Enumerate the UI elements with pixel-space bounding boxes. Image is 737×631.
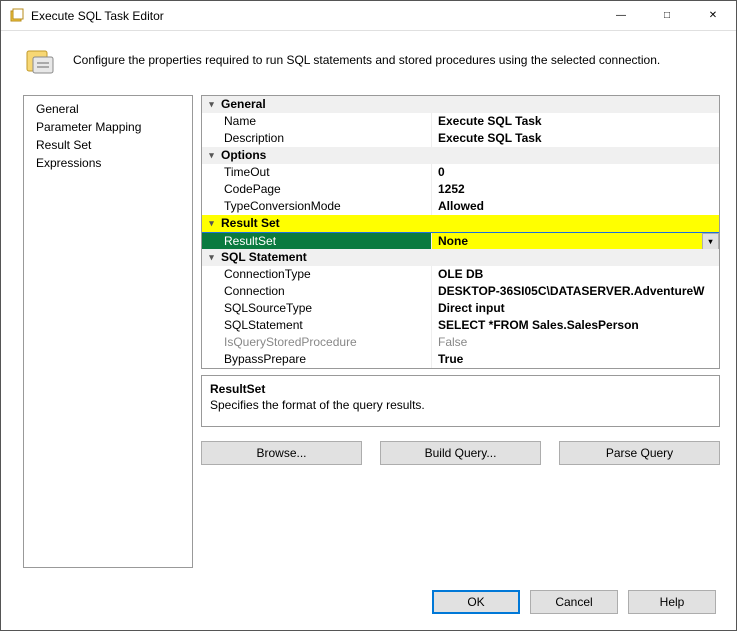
expand-icon[interactable]: ▾ (206, 150, 217, 161)
nav-item-result-set[interactable]: Result Set (24, 136, 192, 154)
task-icon (25, 45, 57, 77)
property-category[interactable]: ▾ Result Set (202, 215, 719, 232)
category-label: SQL Statement (221, 249, 307, 266)
property-category[interactable]: ▾ General (202, 96, 719, 113)
property-value[interactable]: 1252 (432, 181, 719, 198)
property-row[interactable]: SQLStatementSELECT *FROM Sales.SalesPers… (202, 317, 719, 334)
property-name: IsQueryStoredProcedure (202, 334, 432, 351)
property-value[interactable]: SELECT *FROM Sales.SalesPerson (432, 317, 719, 334)
property-name: ConnectionType (202, 266, 432, 283)
property-value[interactable]: None▾ (432, 233, 719, 249)
expand-icon[interactable]: ▾ (206, 99, 217, 110)
dialog-window: Execute SQL Task Editor — □ ✕ Configure … (0, 0, 737, 631)
help-title: ResultSet (210, 382, 711, 396)
parse-query-button[interactable]: Parse Query (559, 441, 720, 465)
description-text: Configure the properties required to run… (73, 53, 660, 69)
browse-button[interactable]: Browse... (201, 441, 362, 465)
property-value[interactable]: Execute SQL Task (432, 130, 719, 147)
property-row[interactable]: BypassPrepareTrue (202, 351, 719, 368)
window-controls: — □ ✕ (598, 1, 736, 30)
app-icon (9, 8, 25, 24)
header-description: Configure the properties required to run… (1, 31, 736, 95)
close-button[interactable]: ✕ (690, 1, 736, 30)
property-value[interactable]: False (432, 334, 719, 351)
dialog-body: General Parameter Mapping Result Set Exp… (1, 95, 736, 578)
nav-item-general[interactable]: General (24, 100, 192, 118)
maximize-button[interactable]: □ (644, 1, 690, 30)
action-buttons: Browse... Build Query... Parse Query (201, 433, 720, 467)
property-row[interactable]: NameExecute SQL Task (202, 113, 719, 130)
category-label: General (221, 96, 266, 113)
property-row[interactable]: SQLSourceTypeDirect input (202, 300, 719, 317)
build-query-button[interactable]: Build Query... (380, 441, 541, 465)
property-row[interactable]: CodePage1252 (202, 181, 719, 198)
property-name: SQLStatement (202, 317, 432, 334)
help-text: Specifies the format of the query result… (210, 398, 711, 412)
property-value[interactable]: DESKTOP-36SI05C\DATASERVER.AdventureW (432, 283, 719, 300)
ok-button[interactable]: OK (432, 590, 520, 614)
property-name: SQLSourceType (202, 300, 432, 317)
property-name: ResultSet (202, 233, 432, 249)
property-name: Connection (202, 283, 432, 300)
property-name: Name (202, 113, 432, 130)
property-row[interactable]: ConnectionDESKTOP-36SI05C\DATASERVER.Adv… (202, 283, 719, 300)
property-row[interactable]: ConnectionTypeOLE DB (202, 266, 719, 283)
property-name: Description (202, 130, 432, 147)
titlebar: Execute SQL Task Editor — □ ✕ (1, 1, 736, 31)
property-grid: ▾ GeneralNameExecute SQL TaskDescriptionE… (201, 95, 720, 369)
property-row[interactable]: TypeConversionModeAllowed (202, 198, 719, 215)
nav-panel: General Parameter Mapping Result Set Exp… (23, 95, 193, 568)
property-row[interactable]: DescriptionExecute SQL Task (202, 130, 719, 147)
property-name: BypassPrepare (202, 351, 432, 368)
property-value[interactable]: Execute SQL Task (432, 113, 719, 130)
property-value[interactable]: OLE DB (432, 266, 719, 283)
category-label: Options (221, 147, 266, 164)
help-pane: ResultSet Specifies the format of the qu… (201, 375, 720, 427)
help-button[interactable]: Help (628, 590, 716, 614)
expand-icon[interactable]: ▾ (206, 252, 217, 263)
content-panel: ▾ GeneralNameExecute SQL TaskDescriptionE… (201, 95, 720, 568)
property-name: TypeConversionMode (202, 198, 432, 215)
property-value[interactable]: Direct input (432, 300, 719, 317)
expand-icon[interactable]: ▾ (206, 218, 217, 229)
property-row[interactable]: IsQueryStoredProcedureFalse (202, 334, 719, 351)
property-value[interactable]: 0 (432, 164, 719, 181)
property-row[interactable]: ResultSetNone▾ (202, 232, 719, 249)
chevron-down-icon[interactable]: ▾ (702, 233, 719, 249)
category-label: Result Set (221, 215, 286, 232)
property-name: CodePage (202, 181, 432, 198)
minimize-button[interactable]: — (598, 1, 644, 30)
property-value[interactable]: True (432, 351, 719, 368)
nav-item-expressions[interactable]: Expressions (24, 154, 192, 172)
dialog-footer: OK Cancel Help (1, 578, 736, 630)
property-category[interactable]: ▾ SQL Statement (202, 249, 719, 266)
property-name: TimeOut (202, 164, 432, 181)
nav-item-parameter-mapping[interactable]: Parameter Mapping (24, 118, 192, 136)
property-category[interactable]: ▾ Options (202, 147, 719, 164)
property-value[interactable]: Allowed (432, 198, 719, 215)
property-row[interactable]: TimeOut0 (202, 164, 719, 181)
window-title: Execute SQL Task Editor (31, 9, 598, 23)
cancel-button[interactable]: Cancel (530, 590, 618, 614)
